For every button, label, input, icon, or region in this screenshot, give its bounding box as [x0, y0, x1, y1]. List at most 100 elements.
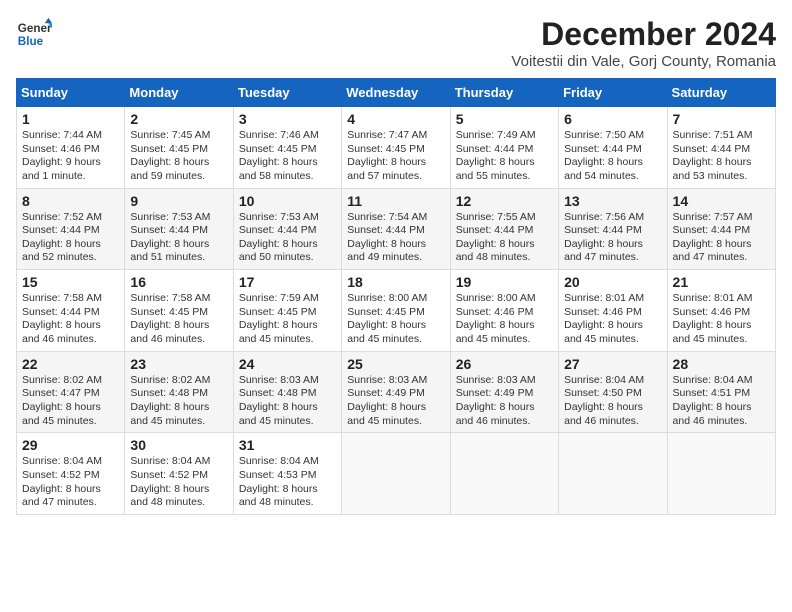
day-info-line: Sunrise: 8:04 AM [130, 455, 227, 469]
subtitle: Voitestii din Vale, Gorj County, Romania [511, 53, 776, 70]
column-header-monday: Monday [125, 79, 233, 107]
day-info-line: Sunrise: 7:54 AM [347, 211, 444, 225]
day-info-line: and 47 minutes. [22, 496, 119, 510]
day-number: 9 [130, 193, 227, 209]
day-info-line: Daylight: 8 hours [22, 401, 119, 415]
day-number: 12 [456, 193, 553, 209]
day-number: 6 [564, 111, 661, 127]
calendar-cell: 27Sunrise: 8:04 AMSunset: 4:50 PMDayligh… [559, 351, 667, 433]
day-info-line: Sunset: 4:44 PM [22, 224, 119, 238]
day-info-line: Sunset: 4:44 PM [564, 224, 661, 238]
day-info-line: and 58 minutes. [239, 170, 336, 184]
calendar-cell: 4Sunrise: 7:47 AMSunset: 4:45 PMDaylight… [342, 107, 450, 189]
day-info-line: and 46 minutes. [564, 415, 661, 429]
day-info-line: Sunset: 4:46 PM [564, 306, 661, 320]
logo-icon: General Blue [16, 16, 52, 52]
svg-text:Blue: Blue [18, 35, 44, 48]
month-title: December 2024 [511, 16, 776, 53]
day-info-line: and 46 minutes. [130, 333, 227, 347]
week-row-4: 22Sunrise: 8:02 AMSunset: 4:47 PMDayligh… [17, 351, 776, 433]
day-info-line: and 46 minutes. [673, 415, 770, 429]
calendar-cell: 31Sunrise: 8:04 AMSunset: 4:53 PMDayligh… [233, 433, 341, 515]
day-info-line: Sunrise: 7:44 AM [22, 129, 119, 143]
day-info-line: Sunset: 4:48 PM [130, 387, 227, 401]
day-info-line: Sunrise: 8:00 AM [347, 292, 444, 306]
calendar-header: SundayMondayTuesdayWednesdayThursdayFrid… [17, 79, 776, 107]
calendar-cell: 17 Sunrise: 7:59 AMSunset: 4:45 PMDayligh… [233, 270, 341, 352]
calendar-body: 1Sunrise: 7:44 AMSunset: 4:46 PMDaylight… [17, 107, 776, 515]
day-info-line: Sunset: 4:44 PM [22, 306, 119, 320]
day-info-line: Daylight: 8 hours [564, 238, 661, 252]
day-info-line: and 55 minutes. [456, 170, 553, 184]
day-info-line: Daylight: 8 hours [456, 156, 553, 170]
calendar-cell [450, 433, 558, 515]
day-info-line: Sunset: 4:45 PM [239, 306, 336, 320]
day-info-line: Daylight: 8 hours [564, 156, 661, 170]
day-info-line: Sunrise: 7:59 AM [239, 292, 336, 306]
day-info-line: Daylight: 8 hours [130, 319, 227, 333]
day-info-line: and 45 minutes. [456, 333, 553, 347]
day-info-line: Sunrise: 7:47 AM [347, 129, 444, 143]
day-number: 10 [239, 193, 336, 209]
day-number: 3 [239, 111, 336, 127]
calendar-cell: 26Sunrise: 8:03 AMSunset: 4:49 PMDayligh… [450, 351, 558, 433]
day-info-line: Sunrise: 8:03 AM [456, 374, 553, 388]
day-info-line: Sunrise: 7:58 AM [130, 292, 227, 306]
day-info-line: Daylight: 8 hours [239, 319, 336, 333]
day-info-line: and 47 minutes. [564, 251, 661, 265]
day-info-line: Daylight: 8 hours [564, 401, 661, 415]
day-info-line: Daylight: 8 hours [130, 156, 227, 170]
day-info-line: and 51 minutes. [130, 251, 227, 265]
day-number: 29 [22, 437, 119, 453]
calendar-cell: 13Sunrise: 7:56 AMSunset: 4:44 PMDayligh… [559, 188, 667, 270]
calendar-cell: 3Sunrise: 7:46 AMSunset: 4:45 PMDaylight… [233, 107, 341, 189]
day-info-line: Sunrise: 8:03 AM [239, 374, 336, 388]
day-info-line: and 45 minutes. [239, 333, 336, 347]
day-info-line: Sunset: 4:44 PM [239, 224, 336, 238]
day-info-line: Daylight: 8 hours [456, 401, 553, 415]
day-number: 22 [22, 356, 119, 372]
day-number: 13 [564, 193, 661, 209]
day-info-line: Daylight: 9 hours [22, 156, 119, 170]
calendar-cell: 20Sunrise: 8:01 AMSunset: 4:46 PMDayligh… [559, 270, 667, 352]
day-info-line: Sunrise: 8:01 AM [673, 292, 770, 306]
day-info-line: Sunset: 4:44 PM [347, 224, 444, 238]
day-number: 21 [673, 274, 770, 290]
day-number: 7 [673, 111, 770, 127]
day-info-line: Sunrise: 7:51 AM [673, 129, 770, 143]
calendar-cell: 30Sunrise: 8:04 AMSunset: 4:52 PMDayligh… [125, 433, 233, 515]
calendar-cell: 8Sunrise: 7:52 AMSunset: 4:44 PMDaylight… [17, 188, 125, 270]
day-info-line: Sunset: 4:52 PM [22, 469, 119, 483]
day-number: 8 [22, 193, 119, 209]
day-info-line: Sunset: 4:45 PM [347, 143, 444, 157]
week-row-2: 8Sunrise: 7:52 AMSunset: 4:44 PMDaylight… [17, 188, 776, 270]
calendar-cell: 23Sunrise: 8:02 AMSunset: 4:48 PMDayligh… [125, 351, 233, 433]
calendar-cell: 29Sunrise: 8:04 AMSunset: 4:52 PMDayligh… [17, 433, 125, 515]
calendar-cell: 15Sunrise: 7:58 AMSunset: 4:44 PMDayligh… [17, 270, 125, 352]
day-info-line: Sunset: 4:44 PM [456, 224, 553, 238]
day-number: 5 [456, 111, 553, 127]
calendar-cell: 11Sunrise: 7:54 AMSunset: 4:44 PMDayligh… [342, 188, 450, 270]
day-info-line: Sunrise: 7:50 AM [564, 129, 661, 143]
title-area: December 2024 Voitestii din Vale, Gorj C… [511, 16, 776, 70]
calendar-table: SundayMondayTuesdayWednesdayThursdayFrid… [16, 78, 776, 515]
day-info-line: Sunset: 4:44 PM [130, 224, 227, 238]
day-number: 31 [239, 437, 336, 453]
day-info-line: and 45 minutes. [130, 415, 227, 429]
day-info-line: and 50 minutes. [239, 251, 336, 265]
day-info-line: and 45 minutes. [22, 415, 119, 429]
day-info-line: Daylight: 8 hours [239, 401, 336, 415]
calendar-cell: 19Sunrise: 8:00 AMSunset: 4:46 PMDayligh… [450, 270, 558, 352]
day-number: 19 [456, 274, 553, 290]
day-info-line: and 46 minutes. [22, 333, 119, 347]
day-info-line: and 54 minutes. [564, 170, 661, 184]
day-info-line: Sunset: 4:47 PM [22, 387, 119, 401]
day-info-line: Sunset: 4:50 PM [564, 387, 661, 401]
day-info-line: Sunset: 4:46 PM [673, 306, 770, 320]
day-info-line: Sunrise: 8:00 AM [456, 292, 553, 306]
day-info-line: Sunrise: 8:04 AM [22, 455, 119, 469]
svg-text:General: General [18, 22, 52, 35]
day-info-line: Sunrise: 8:04 AM [239, 455, 336, 469]
day-number: 17 [239, 274, 336, 290]
day-info-line: Daylight: 8 hours [22, 238, 119, 252]
